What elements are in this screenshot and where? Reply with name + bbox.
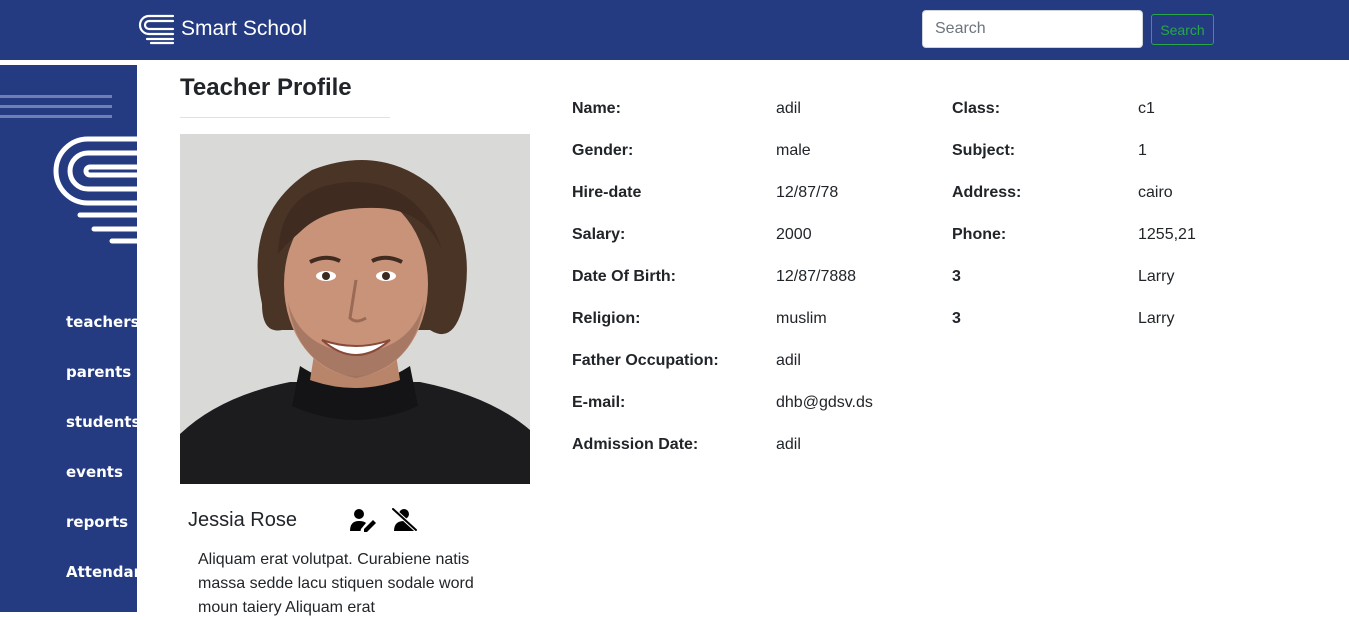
- detail-row-gender: Gender: male: [572, 142, 873, 184]
- search-button[interactable]: Search: [1151, 14, 1214, 45]
- menu-toggle-icon[interactable]: [0, 95, 112, 125]
- teacher-photo: [180, 134, 530, 484]
- detail-label: Address:: [952, 184, 1022, 201]
- sidebar-item-teachers[interactable]: teachers: [66, 313, 137, 363]
- sidebar-item-attendance[interactable]: Attendance: [66, 563, 137, 612]
- search-input[interactable]: [922, 10, 1143, 48]
- detail-value: c1: [1138, 100, 1155, 117]
- detail-row-extra-2: 3 Larry: [952, 310, 1196, 352]
- teacher-bio: Aliquam erat volutpat. Curabiene natis m…: [198, 551, 474, 616]
- detail-label: Gender:: [572, 142, 634, 159]
- detail-label: Subject:: [952, 142, 1016, 159]
- detail-value: Larry: [1138, 268, 1175, 285]
- detail-label: 3: [952, 310, 961, 327]
- detail-value: 2000: [776, 226, 812, 243]
- detail-value: Larry: [1138, 310, 1175, 327]
- detail-label: E-mail:: [572, 394, 626, 411]
- detail-value: muslim: [776, 310, 827, 327]
- detail-row-phone: Phone: 1255,21: [952, 226, 1196, 268]
- user-edit-icon[interactable]: [350, 508, 377, 532]
- detail-value: dhb@gdsv.ds: [776, 394, 873, 411]
- detail-label: Date Of Birth:: [572, 268, 676, 285]
- detail-value: 12/87/78: [776, 184, 839, 201]
- detail-label: Name:: [572, 100, 621, 117]
- page-title: Teacher Profile: [180, 74, 352, 101]
- details-right-column: Class: c1 Subject: 1 Address: cairo Phon…: [952, 100, 1196, 352]
- detail-label: Salary:: [572, 226, 626, 243]
- detail-row-date-of-birth: Date Of Birth: 12/87/7888: [572, 268, 873, 310]
- top-navbar: Smart School Search: [0, 0, 1349, 60]
- detail-value: 1: [1138, 142, 1147, 159]
- sidebar-item-events[interactable]: events: [66, 463, 137, 513]
- user-remove-icon[interactable]: [391, 508, 418, 532]
- sidebar: teachers parents students events reports…: [0, 65, 137, 612]
- detail-row-religion: Religion: muslim: [572, 310, 873, 352]
- school-logo-icon: [138, 14, 175, 45]
- detail-row-hire-date: Hire-date 12/87/78: [572, 184, 873, 226]
- detail-label: Hire-date: [572, 184, 642, 201]
- detail-row-admission-date: Admission Date: adil: [572, 436, 873, 478]
- detail-label: Class:: [952, 100, 1001, 117]
- detail-value: 12/87/7888: [776, 268, 857, 285]
- sidebar-item-reports[interactable]: reports: [66, 513, 137, 563]
- brand-link[interactable]: Smart School: [137, 12, 307, 46]
- detail-value: adil: [776, 436, 801, 453]
- detail-row-subject: Subject: 1: [952, 142, 1196, 184]
- detail-value: cairo: [1138, 184, 1173, 201]
- detail-value: adil: [776, 352, 801, 369]
- detail-label: Father Occupation:: [572, 352, 719, 369]
- school-logo-icon: [53, 136, 137, 244]
- brand-name: Smart School: [181, 17, 308, 40]
- detail-value: male: [776, 142, 811, 159]
- detail-row-extra-1: 3 Larry: [952, 268, 1196, 310]
- teacher-name: Jessia Rose: [188, 509, 297, 531]
- detail-row-email: E-mail: dhb@gdsv.ds: [572, 394, 873, 436]
- detail-value: adil: [776, 100, 801, 117]
- detail-row-name: Name: adil: [572, 100, 873, 142]
- detail-label: 3: [952, 268, 961, 285]
- detail-label: Phone:: [952, 226, 1007, 243]
- detail-row-father-occupation: Father Occupation: adil: [572, 352, 873, 394]
- detail-value: 1255,21: [1138, 226, 1196, 243]
- details-left-column: Name: adil Gender: male Hire-date 12/87/…: [572, 100, 873, 478]
- sidebar-item-students[interactable]: students: [66, 413, 137, 463]
- detail-row-class: Class: c1: [952, 100, 1196, 142]
- detail-label: Religion:: [572, 310, 641, 327]
- sidebar-item-parents[interactable]: parents: [66, 363, 137, 413]
- title-divider: [180, 117, 390, 118]
- sidebar-nav: teachers parents students events reports…: [66, 313, 137, 612]
- detail-row-salary: Salary: 2000: [572, 226, 873, 268]
- detail-label: Admission Date:: [572, 436, 699, 453]
- detail-row-address: Address: cairo: [952, 184, 1196, 226]
